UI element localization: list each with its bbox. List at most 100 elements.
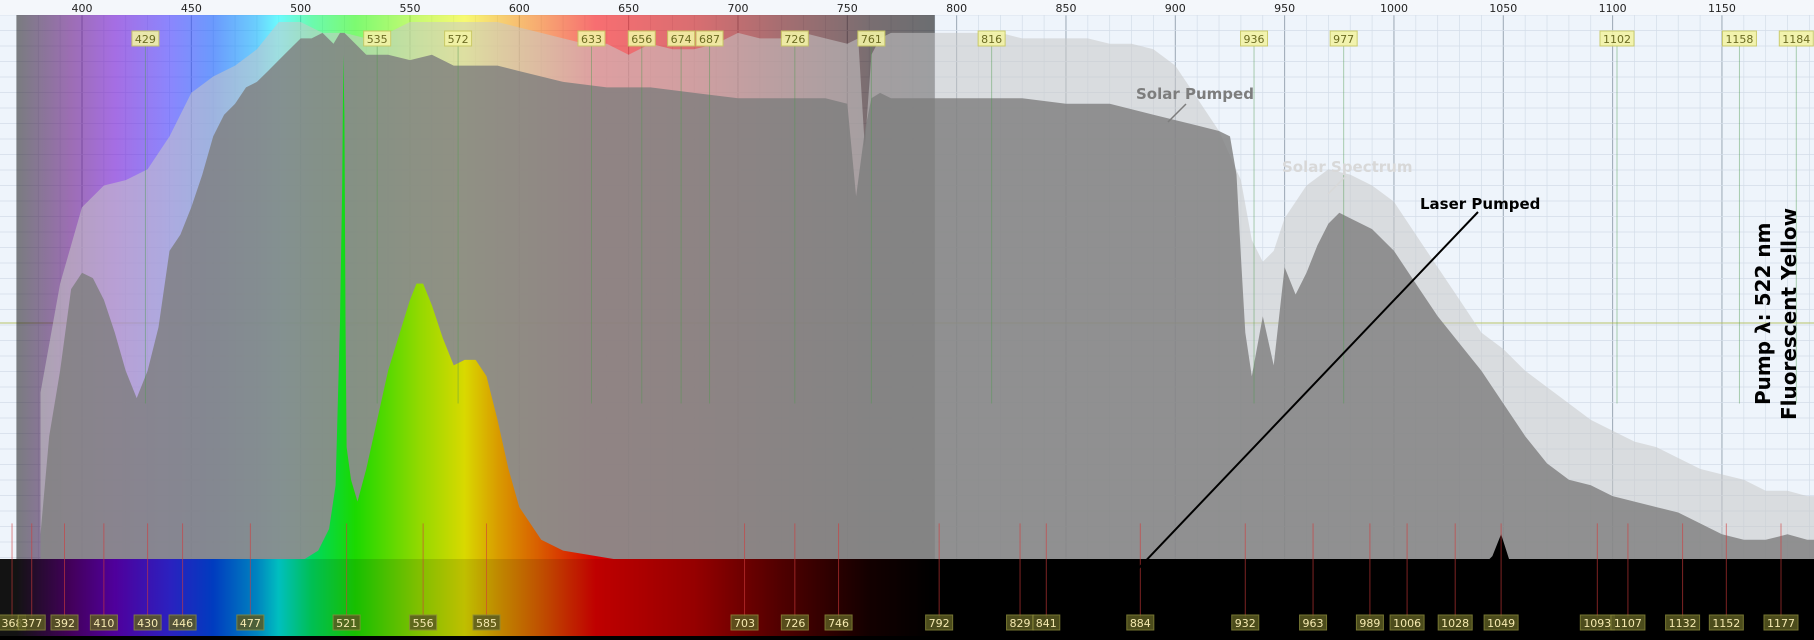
top-peak-label-text: 633 bbox=[581, 33, 602, 46]
bottom-peak-label-text: 1107 bbox=[1614, 617, 1642, 630]
top-peak-label: 429 bbox=[132, 31, 159, 46]
top-peak-label-text: 761 bbox=[861, 33, 882, 46]
laser-pumped-label: Laser Pumped bbox=[1420, 195, 1540, 213]
x-axis-bar bbox=[0, 0, 1814, 15]
top-peak-label: 1102 bbox=[1600, 31, 1634, 46]
x-tick-label: 550 bbox=[399, 2, 420, 15]
x-tick-label: 1100 bbox=[1599, 2, 1627, 15]
x-tick-label: 1150 bbox=[1708, 2, 1736, 15]
bottom-peak-label: 1107 bbox=[1611, 615, 1645, 630]
top-peak-label: 936 bbox=[1241, 31, 1268, 46]
top-peak-label-text: 429 bbox=[135, 33, 156, 46]
bottom-peak-label: 792 bbox=[926, 615, 953, 630]
x-tick-label: 400 bbox=[72, 2, 93, 15]
bottom-peak-label-text: 746 bbox=[828, 617, 849, 630]
bottom-peak-label: 392 bbox=[51, 615, 78, 630]
top-peak-label-text: 535 bbox=[367, 33, 388, 46]
top-peak-label: 633 bbox=[578, 31, 605, 46]
bottom-peak-label-text: 884 bbox=[1130, 617, 1151, 630]
x-tick-label: 600 bbox=[509, 2, 530, 15]
bottom-peak-label-text: 1093 bbox=[1583, 617, 1611, 630]
top-peak-label-text: 1158 bbox=[1725, 33, 1753, 46]
bottom-peak-label-text: 1177 bbox=[1767, 617, 1795, 630]
x-tick-label: 800 bbox=[946, 2, 967, 15]
top-peak-label: 977 bbox=[1330, 31, 1357, 46]
bottom-peak-label: 1028 bbox=[1438, 615, 1472, 630]
x-tick-label: 1050 bbox=[1489, 2, 1517, 15]
baseline-band-shade bbox=[0, 559, 1814, 636]
bottom-peak-label: 1177 bbox=[1764, 615, 1798, 630]
bottom-peak-label-text: 1006 bbox=[1393, 617, 1421, 630]
x-tick-label: 950 bbox=[1274, 2, 1295, 15]
bottom-peak-label-text: 989 bbox=[1359, 617, 1380, 630]
x-tick-label: 750 bbox=[837, 2, 858, 15]
top-peak-label: 816 bbox=[978, 31, 1005, 46]
bottom-peak-label: 1049 bbox=[1484, 615, 1518, 630]
top-peak-label-text: 816 bbox=[981, 33, 1002, 46]
top-peak-label-text: 726 bbox=[784, 33, 805, 46]
pump-wavelength-label: Pump λ: 522 nm bbox=[1751, 223, 1775, 405]
x-tick-label: 700 bbox=[727, 2, 748, 15]
x-tick-label: 450 bbox=[181, 2, 202, 15]
bottom-peak-label: 430 bbox=[134, 615, 161, 630]
bottom-peak-label-text: 963 bbox=[1303, 617, 1324, 630]
bottom-peak-label: 989 bbox=[1356, 615, 1383, 630]
top-peak-label-text: 1102 bbox=[1603, 33, 1631, 46]
x-tick-label: 500 bbox=[290, 2, 311, 15]
bottom-peak-label: 884 bbox=[1127, 615, 1154, 630]
top-peak-label: 1158 bbox=[1722, 31, 1756, 46]
bottom-peak-label: 556 bbox=[410, 615, 437, 630]
solar-spectrum-label: Solar Spectrum bbox=[1282, 158, 1412, 176]
x-tick-label: 850 bbox=[1055, 2, 1076, 15]
top-peak-label-text: 674 bbox=[671, 33, 692, 46]
bottom-peak-label-text: 829 bbox=[1010, 617, 1031, 630]
bottom-peak-label: 410 bbox=[90, 615, 117, 630]
bottom-peak-label-text: 1152 bbox=[1712, 617, 1740, 630]
bottom-peak-label: 841 bbox=[1033, 615, 1060, 630]
bottom-peak-label: 726 bbox=[781, 615, 808, 630]
bottom-peak-label: 1132 bbox=[1666, 615, 1700, 630]
bottom-peak-label-text: 932 bbox=[1235, 617, 1256, 630]
bottom-peak-label: 377 bbox=[18, 615, 45, 630]
bottom-peak-label: 585 bbox=[473, 615, 500, 630]
top-peak-label-text: 572 bbox=[448, 33, 469, 46]
bottom-peak-label-text: 792 bbox=[929, 617, 950, 630]
bottom-peak-label: 1152 bbox=[1709, 615, 1743, 630]
bottom-peak-label-text: 377 bbox=[21, 617, 42, 630]
bottom-peak-label-text: 477 bbox=[240, 617, 261, 630]
spectrum-chart: 400 450 500 550 600 650 700 750 800 850 900 950 1000… bbox=[0, 0, 1814, 636]
bottom-peak-label-text: 841 bbox=[1036, 617, 1057, 630]
top-peak-label: 656 bbox=[628, 31, 655, 46]
top-peak-label: 761 bbox=[858, 31, 885, 46]
bottom-peak-label-text: 1132 bbox=[1669, 617, 1697, 630]
spectrum-svg: 400 450 500 550 600 650 700 750 800 850 900 950 1000… bbox=[0, 0, 1814, 636]
bottom-peak-label: 446 bbox=[169, 615, 196, 630]
bottom-peak-label-text: 703 bbox=[734, 617, 755, 630]
top-peak-label: 535 bbox=[364, 31, 391, 46]
top-peak-label-text: 977 bbox=[1333, 33, 1354, 46]
pump-color-label: Fluorescent Yellow bbox=[1777, 208, 1801, 420]
bottom-peak-label: 703 bbox=[731, 615, 758, 630]
bottom-peak-label-text: 585 bbox=[476, 617, 497, 630]
bottom-peak-label-text: 410 bbox=[93, 617, 114, 630]
top-peak-label: 674 bbox=[668, 31, 695, 46]
x-tick-label: 650 bbox=[618, 2, 639, 15]
bottom-peak-label: 1006 bbox=[1390, 615, 1424, 630]
bottom-peak-label: 1093 bbox=[1580, 615, 1614, 630]
bottom-peak-label-text: 1028 bbox=[1441, 617, 1469, 630]
top-peak-label: 572 bbox=[445, 31, 472, 46]
bottom-peak-label-text: 430 bbox=[137, 617, 158, 630]
bottom-peak-label-text: 726 bbox=[784, 617, 805, 630]
top-peak-label-text: 687 bbox=[699, 33, 720, 46]
top-peak-label: 687 bbox=[696, 31, 723, 46]
bottom-peak-label: 477 bbox=[237, 615, 264, 630]
x-tick-label: 900 bbox=[1165, 2, 1186, 15]
x-tick-label: 1000 bbox=[1380, 2, 1408, 15]
top-peak-label: 726 bbox=[781, 31, 808, 46]
bottom-peak-label-text: 556 bbox=[413, 617, 434, 630]
solar-pumped-label: Solar Pumped bbox=[1136, 85, 1254, 103]
bottom-peak-label: 963 bbox=[1300, 615, 1327, 630]
top-peak-label: 1184 bbox=[1779, 31, 1813, 46]
bottom-peak-label: 746 bbox=[825, 615, 852, 630]
top-peak-label-text: 936 bbox=[1244, 33, 1265, 46]
